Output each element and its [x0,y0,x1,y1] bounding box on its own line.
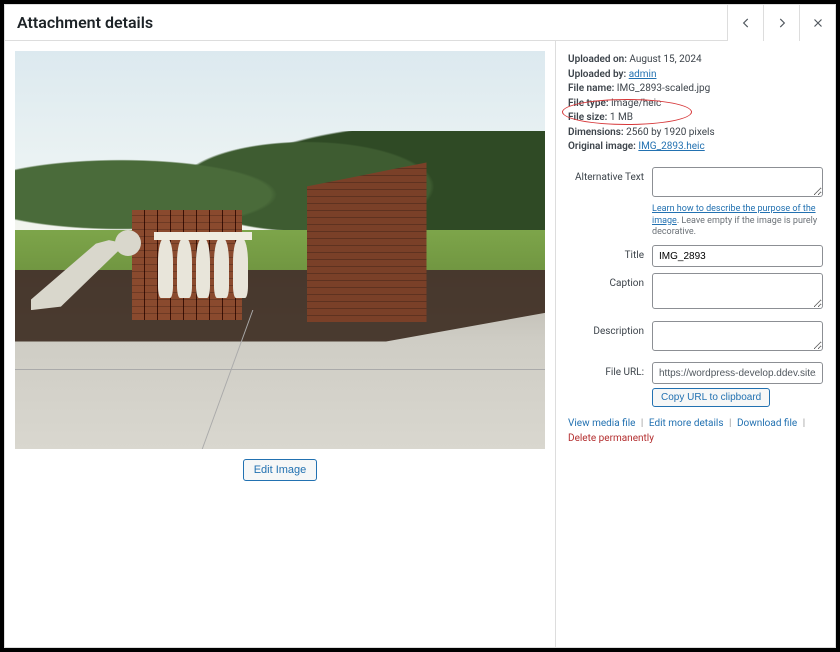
edit-details-link[interactable]: Edit more details [649,418,724,429]
edit-image-button[interactable]: Edit Image [243,459,318,481]
file-url-input[interactable] [652,362,823,384]
meta-label: Original image: [568,141,636,152]
meta-uploaded-by: Uploaded by: admin [568,68,823,83]
modal-title: Attachment details [17,13,727,32]
attachment-details-modal: Attachment details [4,4,836,648]
alt-text-hint: Learn how to describe the purpose of the… [652,204,823,239]
header-nav-buttons [727,5,835,41]
meta-label: File type: [568,98,609,109]
delete-permanently-link[interactable]: Delete permanently [568,433,654,444]
field-alt-text: Alternative Text Learn how to describe t… [568,167,823,240]
chevron-left-icon [739,16,753,30]
alt-text-hint-rest: . Leave empty if the image is purely dec… [652,216,817,238]
meta-value: IMG_2893-scaled.jpg [617,83,711,94]
meta-filetype: File type: image/heic [568,97,823,112]
original-image-link[interactable]: IMG_2893.heic [638,141,704,152]
fields: Alternative Text Learn how to describe t… [568,167,823,408]
close-icon [811,16,825,30]
file-meta: Uploaded on: August 15, 2024 Uploaded by… [568,53,823,155]
meta-filename: File name: IMG_2893-scaled.jpg [568,82,823,97]
meta-label: Uploaded by: [568,69,626,80]
details-sidebar: Uploaded on: August 15, 2024 Uploaded by… [556,41,835,647]
meta-value: August 15, 2024 [629,54,701,65]
meta-label: Uploaded on: [568,54,627,65]
separator: | [803,418,805,429]
title-input[interactable] [652,245,823,267]
attachment-actions: View media file | Edit more details | Do… [568,417,823,446]
prev-button[interactable] [727,5,763,41]
copy-url-button[interactable]: Copy URL to clipboard [652,388,770,407]
separator: | [729,418,731,429]
close-button[interactable] [799,5,835,41]
caption-input[interactable] [652,273,823,309]
media-preview-pane: Edit Image [5,41,556,647]
title-label: Title [568,245,652,264]
meta-dimensions: Dimensions: 2560 by 1920 pixels [568,126,823,141]
meta-label: File size: [568,112,607,123]
image-wrap [15,51,545,449]
alt-text-label: Alternative Text [568,167,652,186]
attachment-image [15,51,545,449]
next-button[interactable] [763,5,799,41]
chevron-right-icon [775,16,789,30]
description-input[interactable] [652,321,823,351]
meta-filesize: File size: 1 MB [568,111,823,126]
download-file-link[interactable]: Download file [737,418,797,429]
meta-value: image/heic [611,98,661,109]
view-media-link[interactable]: View media file [568,418,635,429]
description-label: Description [568,321,652,340]
meta-value: 2560 by 1920 pixels [626,127,715,138]
field-caption: Caption [568,273,823,315]
field-description: Description [568,321,823,357]
alt-text-input[interactable] [652,167,823,197]
field-file-url: File URL: Copy URL to clipboard [568,362,823,407]
meta-uploaded-on: Uploaded on: August 15, 2024 [568,53,823,68]
caption-label: Caption [568,273,652,292]
meta-label: File name: [568,83,614,94]
modal-header: Attachment details [5,5,835,41]
file-url-label: File URL: [568,362,652,381]
uploaded-by-link[interactable]: admin [629,69,657,80]
meta-label: Dimensions: [568,127,624,138]
field-title: Title [568,245,823,267]
separator: | [641,418,643,429]
meta-value: 1 MB [610,112,633,123]
attachment-modal-frame: Attachment details [0,0,840,652]
meta-original: Original image: IMG_2893.heic [568,140,823,155]
modal-body: Edit Image Uploaded on: August 15, 2024 … [5,41,835,647]
